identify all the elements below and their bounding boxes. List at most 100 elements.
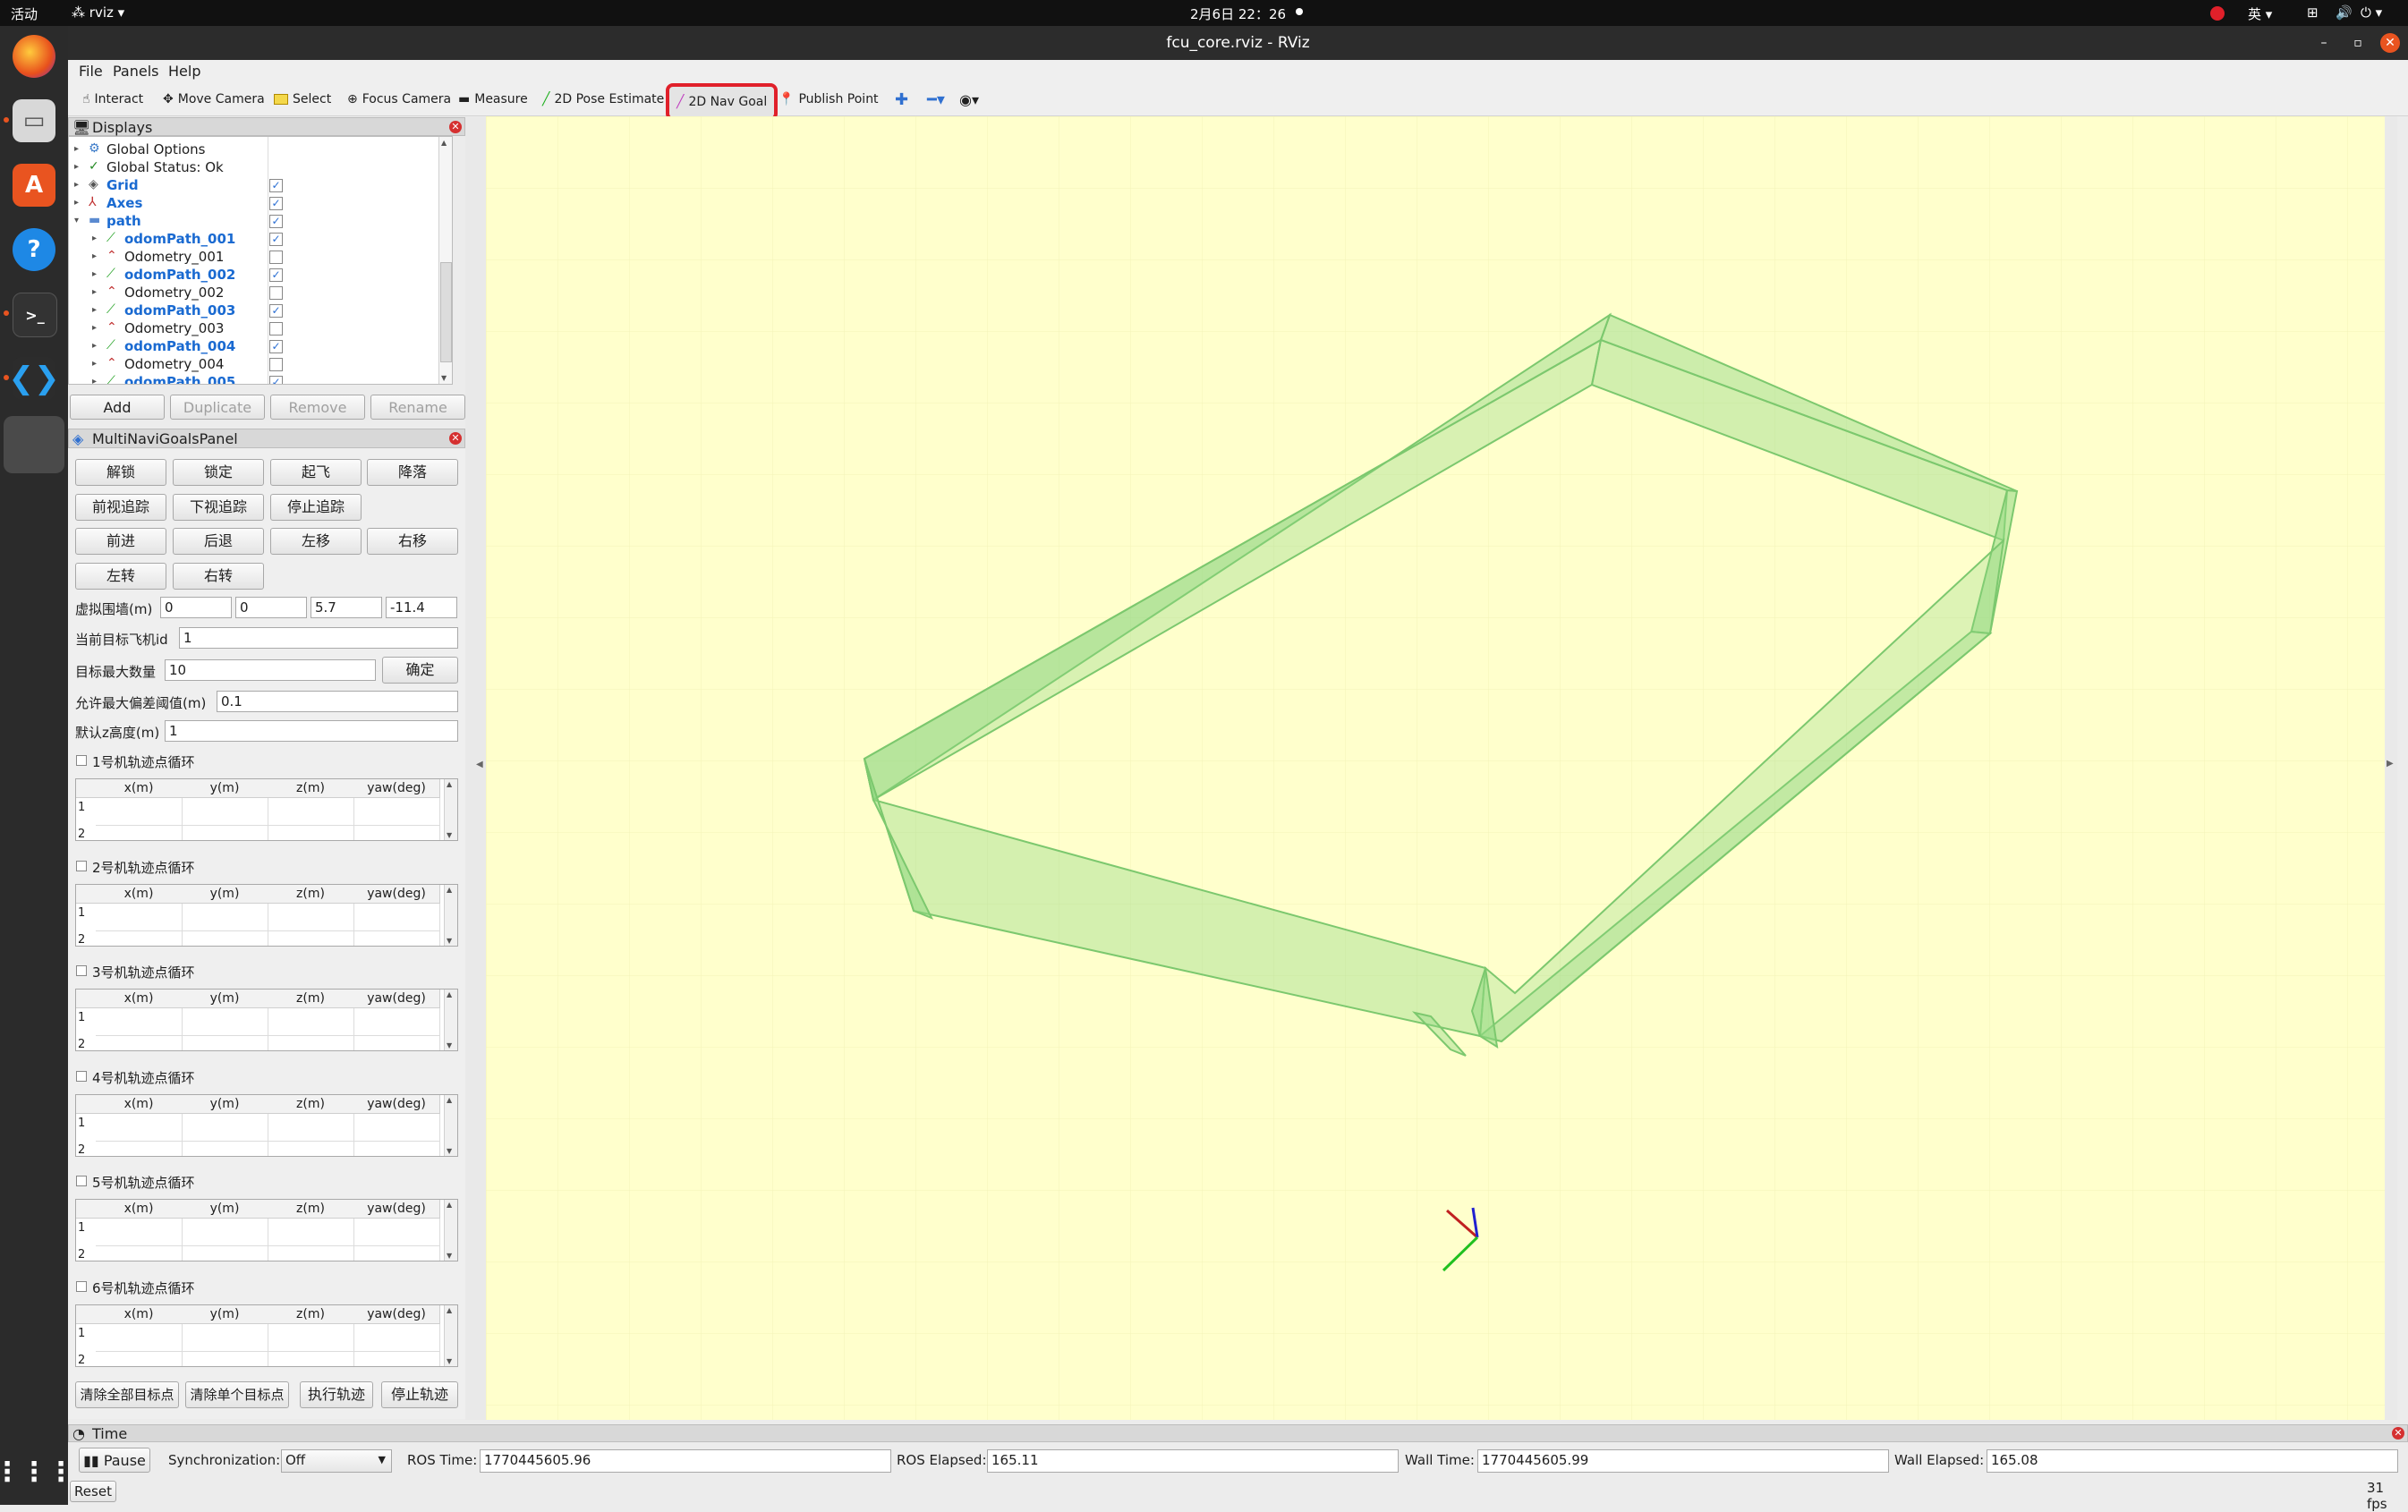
rename-display-button[interactable]: Rename — [370, 395, 465, 420]
backward-button[interactable]: 后退 — [173, 528, 264, 555]
column-header[interactable]: z(m) — [268, 1094, 354, 1114]
activities-button[interactable]: 活动 — [11, 4, 38, 23]
table-cell[interactable] — [96, 930, 183, 946]
expand-right-icon[interactable]: ▸ — [74, 162, 79, 172]
waypoint-table[interactable]: x(m) y(m) z(m) yaw(deg) 1 2 ▲ ▼ — [75, 1199, 458, 1261]
tool-publish-point[interactable]: 📍 Publish Point — [779, 88, 879, 111]
display-checkbox[interactable] — [269, 322, 283, 336]
table-cell[interactable] — [182, 1323, 268, 1352]
tool-interact[interactable]: ☝ Interact — [82, 88, 143, 111]
display-item[interactable]: ▸ ⟋ odomPath_003 ✓ — [69, 302, 452, 319]
ros-elapsed-field[interactable]: 165.11 — [987, 1449, 1399, 1473]
waypoint-table[interactable]: x(m) y(m) z(m) yaw(deg) 1 2 ▲ ▼ — [75, 1093, 458, 1157]
table-cell[interactable] — [353, 1035, 440, 1050]
display-item[interactable]: ▸ ⌃ Odometry_003 — [69, 319, 452, 337]
table-cell[interactable] — [353, 1350, 440, 1366]
turn-left-button[interactable]: 左转 — [75, 563, 166, 590]
help-icon[interactable]: ? — [13, 228, 55, 271]
land-button[interactable]: 降落 — [367, 459, 458, 486]
waypoint-table[interactable]: x(m) y(m) z(m) yaw(deg) 1 2 ▲ ▼ — [75, 1304, 458, 1367]
table-cell[interactable] — [96, 1323, 183, 1352]
table-cell[interactable] — [353, 903, 440, 931]
lock-button[interactable]: 锁定 — [173, 459, 264, 486]
firefox-icon[interactable] — [13, 35, 55, 78]
column-header[interactable]: y(m) — [182, 779, 268, 798]
menu-panels[interactable]: Panels — [113, 63, 159, 80]
target-id-input[interactable]: 1 — [179, 627, 458, 649]
display-item[interactable]: ▸ ⚙ Global Options — [69, 140, 452, 158]
table-cell[interactable] — [96, 1350, 183, 1366]
table-cell[interactable] — [96, 1140, 183, 1156]
table-cell[interactable] — [353, 930, 440, 946]
down-track-button[interactable]: 下视追踪 — [173, 494, 264, 521]
time-panel-close-icon[interactable]: ✕ — [2392, 1427, 2404, 1440]
display-item[interactable]: ▸ ⟋ odomPath_005 ✓ — [69, 373, 452, 384]
table-scrollbar[interactable]: ▲ ▼ — [444, 1304, 457, 1366]
table-cell[interactable] — [96, 903, 183, 931]
table-cell[interactable] — [353, 798, 440, 826]
table-cell[interactable] — [182, 1350, 268, 1366]
expand-right-icon[interactable]: ▸ — [92, 341, 97, 351]
right-dock-handle[interactable]: ▶ — [2385, 116, 2397, 1420]
files-icon[interactable]: ▭ — [13, 99, 55, 142]
loop-checkbox[interactable] — [76, 1070, 87, 1082]
stop-trajectory-button[interactable]: 停止轨迹 — [381, 1381, 458, 1408]
terminal-icon[interactable]: >_ — [13, 293, 57, 337]
add-display-button[interactable]: Add — [70, 395, 165, 420]
duplicate-display-button[interactable]: Duplicate — [170, 395, 265, 420]
loop-checkbox[interactable] — [76, 1280, 87, 1292]
power-icon[interactable]: ⏻ ▾ — [2361, 4, 2382, 21]
display-item[interactable]: ▸ ⟋ odomPath_004 ✓ — [69, 337, 452, 355]
expand-right-icon[interactable]: ▸ — [92, 269, 97, 279]
display-checkbox[interactable]: ✓ — [269, 197, 283, 210]
app-menu[interactable]: ⁂ rviz ▾ — [72, 4, 124, 21]
display-item[interactable]: ▾ ▬ path ✓ — [69, 212, 452, 230]
sync-select[interactable]: Off ▼ — [281, 1449, 392, 1473]
tool-2d-nav-goal[interactable]: ╱ 2D Nav Goal — [666, 83, 779, 121]
column-header[interactable]: yaw(deg) — [353, 1304, 440, 1324]
display-item[interactable]: ▸ ⅄ Axes ✓ — [69, 194, 452, 212]
expand-right-icon[interactable]: ▸ — [74, 144, 79, 154]
table-cell[interactable] — [268, 903, 354, 931]
display-checkbox[interactable]: ✓ — [269, 179, 283, 192]
confirm-button[interactable]: 确定 — [382, 657, 458, 684]
volume-icon[interactable]: 🔊 — [2336, 4, 2353, 21]
table-cell[interactable] — [353, 825, 440, 840]
expand-right-icon[interactable]: ▸ — [92, 323, 97, 333]
column-header[interactable]: yaw(deg) — [353, 779, 440, 798]
expand-right-icon[interactable]: ▸ — [92, 359, 97, 369]
reset-button[interactable]: Reset — [70, 1481, 116, 1502]
table-cell[interactable] — [182, 1140, 268, 1156]
column-header[interactable]: z(m) — [268, 779, 354, 798]
table-cell[interactable] — [182, 930, 268, 946]
column-header[interactable]: x(m) — [96, 884, 183, 904]
column-header[interactable]: x(m) — [96, 1094, 183, 1114]
loop-checkbox[interactable] — [76, 860, 87, 871]
table-cell[interactable] — [182, 1008, 268, 1036]
expand-right-icon[interactable]: ▸ — [74, 198, 79, 208]
column-header[interactable]: yaw(deg) — [353, 884, 440, 904]
display-checkbox[interactable] — [269, 286, 283, 300]
pause-button[interactable]: ▮▮ Pause — [79, 1448, 150, 1473]
expand-right-icon[interactable]: ▸ — [92, 251, 97, 261]
front-track-button[interactable]: 前视追踪 — [75, 494, 166, 521]
waypoint-table[interactable]: x(m) y(m) z(m) yaw(deg) 1 2 ▲ ▼ — [75, 778, 458, 841]
table-cell[interactable] — [96, 1113, 183, 1142]
display-checkbox[interactable] — [269, 251, 283, 264]
tool-move-camera[interactable]: ✥ Move Camera — [163, 88, 265, 111]
rviz-app-icon[interactable] — [4, 416, 64, 473]
expand-right-icon[interactable]: ▸ — [92, 234, 97, 243]
wall-elapsed-field[interactable]: 165.08 — [1987, 1449, 2398, 1473]
loop-checkbox[interactable] — [76, 1176, 87, 1186]
do-not-disturb-icon[interactable] — [2210, 6, 2225, 21]
column-header[interactable]: x(m) — [96, 1200, 183, 1219]
table-cell[interactable] — [96, 1219, 183, 1246]
column-header[interactable]: y(m) — [182, 990, 268, 1008]
table-scrollbar[interactable]: ▲ ▼ — [444, 884, 457, 946]
table-cell[interactable] — [182, 1113, 268, 1142]
display-checkbox[interactable]: ✓ — [269, 233, 283, 246]
tool-2d-pose-estimate[interactable]: ╱ 2D Pose Estimate — [542, 88, 664, 111]
column-header[interactable]: x(m) — [96, 779, 183, 798]
table-cell[interactable] — [268, 1008, 354, 1036]
display-item[interactable]: ▸ ⟋ odomPath_001 ✓ — [69, 230, 452, 248]
